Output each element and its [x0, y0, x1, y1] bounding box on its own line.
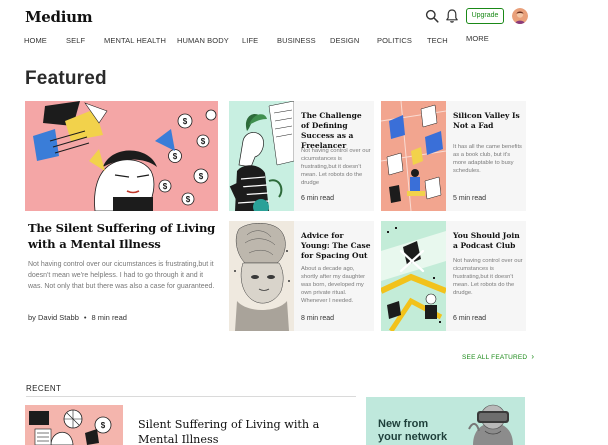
card-1-title[interactable]: The Challenge of Defining Success as a F… [301, 111, 371, 151]
promo-text: New from your network [378, 418, 447, 444]
nav-item-home[interactable]: HOME [24, 36, 47, 45]
topic-nav: HOME SELF MENTAL HEALTH HUMAN BODY LIFE … [0, 34, 608, 50]
avatar[interactable] [512, 8, 528, 24]
recent-article-1-image[interactable]: $ [25, 405, 123, 445]
svg-text:$: $ [199, 172, 204, 181]
card-3-title[interactable]: Advice for Young: The Case for Spacing O… [301, 231, 371, 261]
see-all-featured-link[interactable]: SEE ALL FEATURED › [462, 352, 534, 361]
hero-article-author[interactable]: by David Stabb [28, 313, 79, 322]
bell-icon[interactable] [445, 8, 459, 24]
nav-item-self[interactable]: SELF [66, 36, 85, 45]
featured-card-3[interactable]: Advice for Young: The Case for Spacing O… [229, 221, 374, 331]
nav-item-mental-health[interactable]: MENTAL HEALTH [104, 36, 166, 45]
nav-item-more[interactable]: MORE [466, 34, 489, 43]
search-icon[interactable] [425, 9, 439, 23]
see-all-label: SEE ALL FEATURED [462, 354, 528, 361]
nav-item-life[interactable]: LIFE [242, 36, 258, 45]
recent-heading: RECENT [26, 384, 62, 393]
card-4-title[interactable]: You Should Join a Podcast Club [453, 231, 523, 251]
network-promo-banner[interactable]: New from your network [366, 397, 525, 445]
svg-text:$: $ [173, 152, 178, 161]
nav-item-design[interactable]: DESIGN [330, 36, 359, 45]
upgrade-button[interactable]: Upgrade [466, 8, 504, 24]
featured-card-1[interactable]: The Challenge of Defining Success as a F… [229, 101, 374, 211]
recent-divider [26, 396, 356, 397]
hero-article-image[interactable]: $ $ $ $ $ $ [25, 101, 218, 211]
card-2-excerpt: It has all the came benefits as a book c… [453, 144, 522, 174]
card-1-read-time: 6 min read [301, 195, 335, 202]
svg-text:$: $ [183, 117, 188, 126]
svg-text:$: $ [186, 195, 191, 204]
card-3-excerpt: About a decade ago, shortly after my dau… [301, 266, 366, 304]
card-4-read-time: 6 min read [453, 315, 487, 322]
hero-article-meta: by David Stabb • 8 min read [28, 313, 127, 322]
hero-article-excerpt: Not having control over our cicumstances… [28, 261, 215, 290]
nav-item-business[interactable]: BUSINESS [277, 36, 316, 45]
svg-text:$: $ [101, 421, 106, 430]
card-2-image [381, 101, 446, 211]
card-4-image [381, 221, 446, 331]
featured-card-2[interactable]: Silicon Valley Is Not a Fad It has all t… [381, 101, 526, 211]
svg-text:$: $ [201, 137, 206, 146]
meta-separator: • [83, 313, 87, 322]
card-2-title[interactable]: Silicon Valley Is Not a Fad [453, 111, 523, 131]
medium-logo[interactable]: Medium [25, 8, 93, 26]
promo-text-line-2: your network [378, 431, 448, 443]
hero-article-read-time: 8 min read [91, 313, 127, 322]
nav-item-tech[interactable]: TECH [427, 36, 448, 45]
card-3-read-time: 8 min read [301, 315, 335, 322]
card-1-image [229, 101, 294, 211]
promo-text-line-1: New from [378, 418, 429, 430]
card-2-read-time: 5 min read [453, 195, 487, 202]
hero-article-title[interactable]: The Silent Suffering of Living with a Me… [28, 220, 224, 252]
nav-item-human-body[interactable]: HUMAN BODY [177, 36, 229, 45]
recent-article-1-title[interactable]: Silent Suffering of Living with a Mental… [138, 417, 338, 445]
nav-item-politics[interactable]: POLITICS [377, 36, 412, 45]
vr-headset-illustration [468, 404, 513, 445]
svg-text:$: $ [163, 182, 168, 191]
card-3-image [229, 221, 294, 331]
card-1-excerpt: Not having control over our cicumstances… [301, 148, 371, 186]
chevron-right-icon: › [531, 352, 535, 361]
featured-heading: Featured [25, 68, 107, 89]
featured-card-4[interactable]: You Should Join a Podcast Club Not havin… [381, 221, 526, 331]
card-4-excerpt: Not having control over our cicumstances… [453, 258, 523, 296]
